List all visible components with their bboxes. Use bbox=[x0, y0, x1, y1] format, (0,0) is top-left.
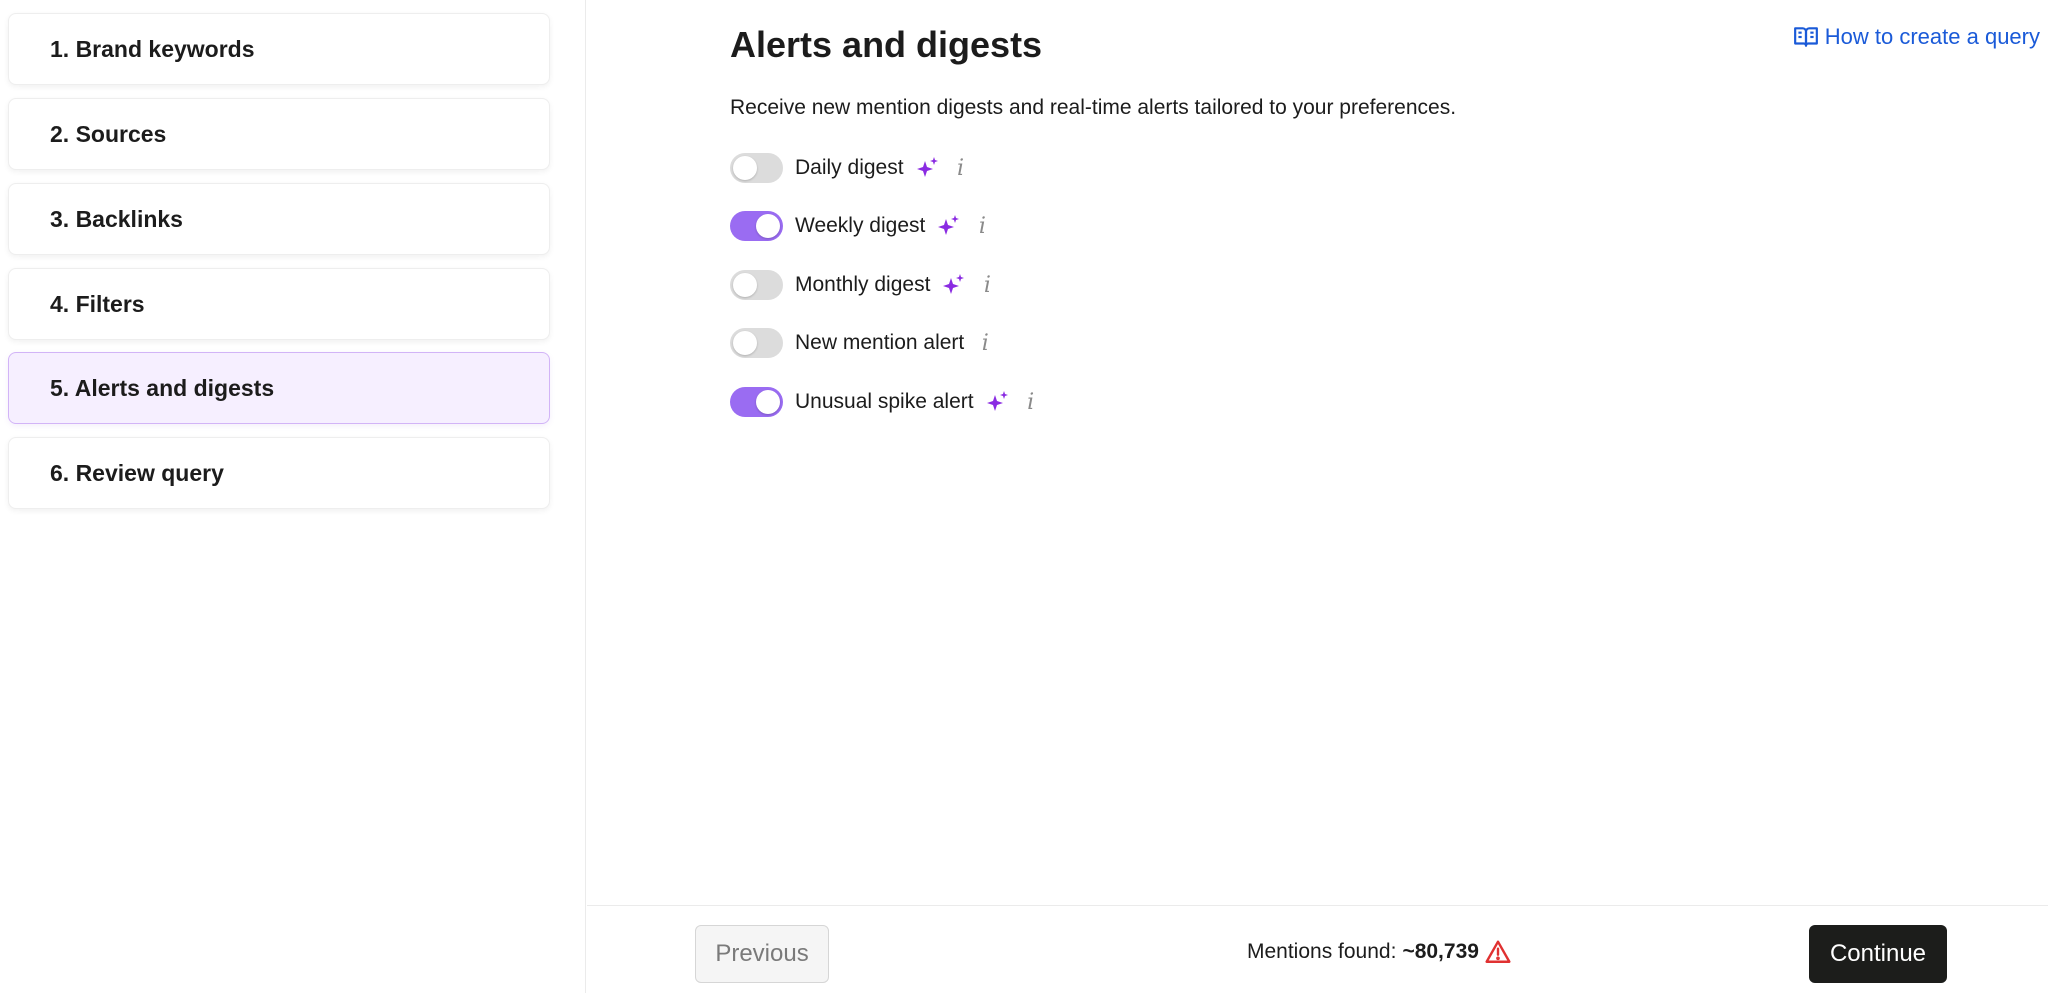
option-daily-digest: Daily digest i bbox=[730, 150, 968, 186]
steps-sidebar: 1. Brand keywords 2. Sources 3. Backlink… bbox=[0, 0, 586, 993]
new-mention-alert-toggle[interactable] bbox=[730, 328, 783, 358]
info-icon[interactable]: i bbox=[954, 156, 968, 181]
monthly-digest-toggle[interactable] bbox=[730, 270, 783, 300]
info-icon[interactable]: i bbox=[980, 273, 994, 298]
info-icon[interactable]: i bbox=[1024, 390, 1038, 415]
step-label: 5. Alerts and digests bbox=[50, 374, 275, 401]
weekly-digest-toggle[interactable] bbox=[730, 211, 783, 241]
step-backlinks[interactable]: 3. Backlinks bbox=[8, 183, 550, 255]
daily-digest-toggle[interactable] bbox=[730, 153, 783, 183]
how-to-create-query-link[interactable]: How to create a query bbox=[1793, 24, 2040, 50]
option-label: Monthly digest bbox=[795, 273, 931, 296]
option-new-mention-alert: New mention alert i bbox=[730, 325, 992, 361]
step-filters[interactable]: 4. Filters bbox=[8, 268, 550, 340]
page-description: Receive new mention digests and real-tim… bbox=[730, 96, 1457, 119]
step-label: 3. Backlinks bbox=[50, 205, 183, 232]
help-link-label: How to create a query bbox=[1824, 24, 2040, 49]
mentions-count: ~80,739 bbox=[1402, 940, 1479, 963]
step-sources[interactable]: 2. Sources bbox=[8, 98, 550, 170]
main-panel: Alerts and digests How to create a query… bbox=[587, 0, 2048, 905]
query-wizard: 1. Brand keywords 2. Sources 3. Backlink… bbox=[0, 0, 2048, 993]
step-label: 2. Sources bbox=[50, 120, 167, 147]
page-title: Alerts and digests bbox=[730, 24, 1043, 65]
option-label: Unusual spike alert bbox=[795, 390, 974, 413]
toggle-knob bbox=[733, 156, 757, 180]
step-review-query[interactable]: 6. Review query bbox=[8, 437, 550, 509]
toggle-knob bbox=[756, 214, 780, 238]
previous-button[interactable]: Previous bbox=[695, 925, 829, 983]
step-alerts-and-digests[interactable]: 5. Alerts and digests bbox=[8, 352, 550, 424]
option-monthly-digest: Monthly digest i bbox=[730, 267, 994, 303]
mentions-found: Mentions found: ~80,739 bbox=[1247, 939, 1511, 965]
toggle-knob bbox=[733, 273, 757, 297]
continue-button[interactable]: Continue bbox=[1809, 925, 1947, 983]
option-label: New mention alert bbox=[795, 331, 965, 354]
step-label: 6. Review query bbox=[50, 459, 224, 486]
toggle-knob bbox=[733, 331, 757, 355]
step-brand-keywords[interactable]: 1. Brand keywords bbox=[8, 13, 550, 85]
option-label: Daily digest bbox=[795, 156, 904, 179]
toggle-knob bbox=[756, 390, 780, 414]
info-icon[interactable]: i bbox=[975, 214, 989, 239]
sparkle-icon bbox=[986, 391, 1008, 411]
step-label: 1. Brand keywords bbox=[50, 35, 255, 62]
sparkle-icon bbox=[943, 274, 965, 294]
sparkle-icon bbox=[938, 215, 960, 235]
option-label: Weekly digest bbox=[795, 214, 926, 237]
unusual-spike-alert-toggle[interactable] bbox=[730, 387, 783, 417]
step-label: 4. Filters bbox=[50, 290, 145, 317]
wizard-footer: Previous Mentions found: ~80,739 Continu… bbox=[587, 905, 2048, 993]
sparkle-icon bbox=[916, 157, 938, 177]
option-weekly-digest: Weekly digest i bbox=[730, 208, 989, 244]
warning-triangle-icon[interactable] bbox=[1485, 939, 1511, 965]
option-unusual-spike-alert: Unusual spike alert i bbox=[730, 384, 1038, 420]
info-icon[interactable]: i bbox=[978, 331, 992, 356]
open-book-icon bbox=[1793, 27, 1818, 47]
mentions-label: Mentions found: bbox=[1247, 940, 1397, 963]
